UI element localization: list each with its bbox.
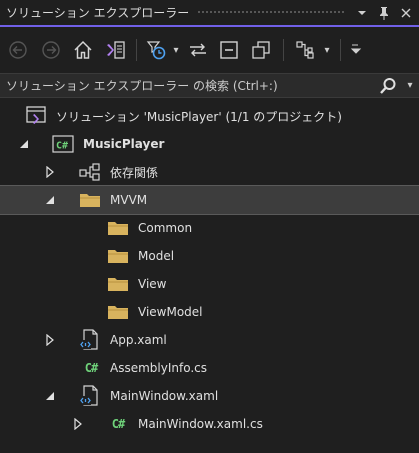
pending-changes-filter-icon[interactable] <box>143 35 169 65</box>
tree-item-project[interactable]: C# MusicPlayer <box>0 130 419 158</box>
tree-item-mvvm-folder[interactable]: MVVM <box>0 185 419 215</box>
csharp-file-icon: C# <box>79 359 103 377</box>
folder-icon <box>107 247 129 265</box>
back-icon[interactable] <box>0 35 36 65</box>
tree-item-mainwindow-xaml[interactable]: MainWindow.xaml <box>0 382 419 410</box>
folder-icon <box>107 303 129 321</box>
show-all-files-icon[interactable] <box>245 35 277 65</box>
mvvm-folder-label: MVVM <box>110 193 148 207</box>
collapsed-arrow-icon[interactable] <box>44 334 56 346</box>
properties-dropdown-icon[interactable]: ▾ <box>320 35 334 65</box>
collapse-all-icon[interactable] <box>213 35 245 65</box>
window-title-bar: ソリューション エクスプローラー <box>0 0 419 25</box>
search-bar[interactable]: ソリューション エクスプローラー の検索 (Ctrl+:) ▾ <box>0 73 419 98</box>
tree-item-assemblyinfo-cs[interactable]: C# AssemblyInfo.cs <box>0 354 419 382</box>
folder-icon <box>107 219 129 237</box>
toolbar-separator <box>136 39 137 61</box>
sync-with-document-icon[interactable] <box>183 35 213 65</box>
properties-icon[interactable] <box>290 35 320 65</box>
expanded-arrow-icon[interactable] <box>44 194 56 206</box>
switch-views-icon[interactable] <box>100 35 130 65</box>
model-folder-label: Model <box>138 249 175 263</box>
pin-icon[interactable] <box>375 3 393 23</box>
pending-changes-dropdown-icon[interactable]: ▾ <box>169 35 183 65</box>
close-icon[interactable] <box>397 3 415 23</box>
window-title: ソリューション エクスプローラー <box>6 6 190 20</box>
title-grip[interactable] <box>197 10 345 15</box>
assemblyinfo-label: AssemblyInfo.cs <box>110 361 208 375</box>
mainwindow-xaml-cs-label: MainWindow.xaml.cs <box>138 417 263 431</box>
csharp-project-icon: C# <box>52 135 74 153</box>
folder-icon <box>107 275 129 293</box>
tree-item-dependencies[interactable]: 依存関係 <box>0 158 419 186</box>
toolbar: ▾ ▾ <box>0 27 419 73</box>
folder-icon <box>79 191 101 209</box>
common-folder-label: Common <box>138 221 193 235</box>
search-options-dropdown-icon[interactable]: ▾ <box>401 80 419 91</box>
dependencies-icon <box>79 163 101 181</box>
toolbar-overflow-icon[interactable] <box>347 35 365 65</box>
tree-item-common-folder[interactable]: Common <box>0 214 419 242</box>
collapsed-arrow-icon[interactable] <box>72 418 84 430</box>
svg-text:C#: C# <box>56 141 68 152</box>
tree-item-model-folder[interactable]: Model <box>0 242 419 270</box>
xaml-file-icon <box>79 329 101 351</box>
home-icon[interactable] <box>66 35 100 65</box>
csharp-badge: C# <box>84 361 98 375</box>
tree-item-mainwindow-xaml-cs[interactable]: C# MainWindow.xaml.cs <box>0 410 419 438</box>
forward-icon[interactable] <box>36 35 66 65</box>
solution-icon <box>25 105 47 127</box>
csharp-badge: C# <box>111 417 125 431</box>
mainwindow-xaml-label: MainWindow.xaml <box>110 389 219 403</box>
search-input[interactable]: ソリューション エクスプローラー の検索 (Ctrl+:) <box>0 77 375 94</box>
expanded-arrow-icon[interactable] <box>44 390 56 402</box>
toolbar-separator <box>340 39 341 61</box>
toolbar-separator <box>283 39 284 61</box>
expanded-arrow-icon[interactable] <box>18 138 30 150</box>
tree-item-app-xaml[interactable]: App.xaml <box>0 326 419 354</box>
view-folder-label: View <box>138 277 167 291</box>
csharp-file-icon: C# <box>106 415 130 433</box>
window-position-dropdown-icon[interactable] <box>353 3 371 23</box>
collapsed-arrow-icon[interactable] <box>44 166 56 178</box>
tree-item-view-folder[interactable]: View <box>0 270 419 298</box>
viewmodel-folder-label: ViewModel <box>138 305 203 319</box>
tree-item-solution[interactable]: ソリューション 'MusicPlayer' (1/1 のプロジェクト) <box>0 102 419 130</box>
xaml-file-icon <box>79 385 101 407</box>
dependencies-label: 依存関係 <box>110 165 159 180</box>
solution-label: ソリューション 'MusicPlayer' (1/1 のプロジェクト) <box>56 109 342 124</box>
project-label: MusicPlayer <box>83 137 165 151</box>
search-icon[interactable] <box>375 77 401 95</box>
tree-item-viewmodel-folder[interactable]: ViewModel <box>0 298 419 326</box>
app-xaml-label: App.xaml <box>110 333 167 347</box>
